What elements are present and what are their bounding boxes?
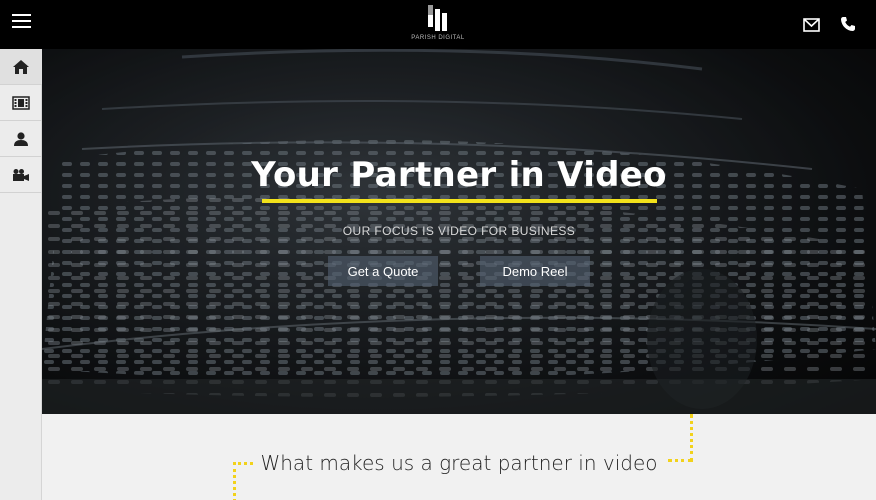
person-icon (14, 131, 28, 146)
logo-mark-icon (428, 5, 447, 31)
sidebar-item-home[interactable] (0, 49, 42, 85)
hamburger-menu-icon[interactable] (12, 14, 31, 33)
hero-banner: Your Partner in Video OUR FOCUS IS VIDEO… (42, 49, 876, 414)
phone-icon[interactable] (840, 16, 856, 32)
demo-reel-button[interactable]: Demo Reel (480, 256, 590, 286)
film-icon (12, 95, 30, 110)
hero-subtitle: OUR FOCUS IS VIDEO FOR BUSINESS (342, 224, 576, 238)
sidebar-nav (0, 49, 42, 500)
brand-name: PARISH DIGITAL (411, 35, 465, 41)
title-underline (262, 199, 657, 203)
home-icon (13, 59, 29, 74)
section-heading: What makes us a great partner in video (260, 451, 658, 475)
get-a-quote-button[interactable]: Get a Quote (328, 256, 438, 286)
envelope-icon[interactable] (803, 17, 820, 32)
brand-logo[interactable]: PARISH DIGITAL (410, 4, 466, 46)
video-camera-icon (13, 168, 29, 181)
sidebar-item-contact[interactable] (0, 157, 42, 193)
sidebar-item-videos[interactable] (0, 85, 42, 121)
hero-title: Your Partner in Video (251, 155, 667, 195)
intro-section: What makes us a great partner in video (42, 414, 876, 500)
top-bar: PARISH DIGITAL (0, 0, 876, 49)
sidebar-item-about[interactable] (0, 121, 42, 157)
